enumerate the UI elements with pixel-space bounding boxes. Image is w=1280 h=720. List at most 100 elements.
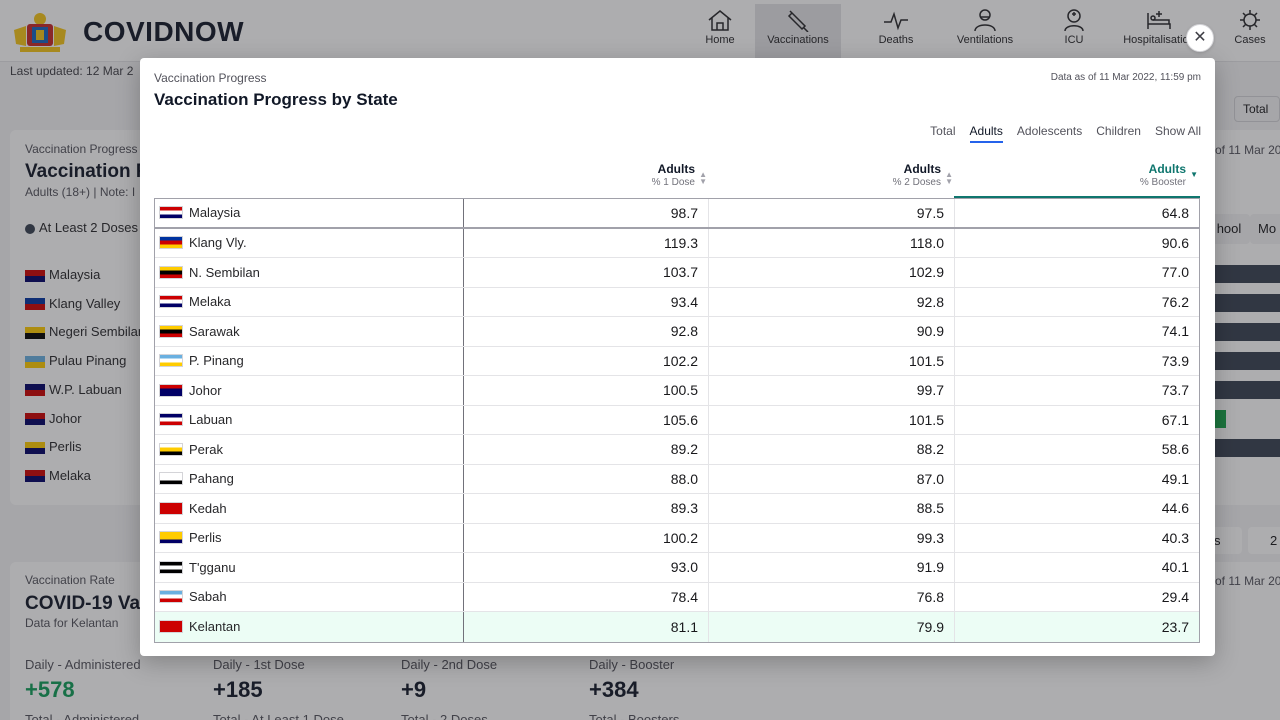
- table-row: Perlis 100.2 99.3 40.3: [155, 523, 1199, 553]
- table-row: N. Sembilan 103.7 102.9 77.0: [155, 258, 1199, 288]
- booster-cell: 77.0: [1161, 264, 1189, 281]
- table-header: Adults% 1 Dose ▲ ▼ Adults% 2 Doses ▲ ▼ Adults%…: [154, 158, 1200, 198]
- column-header-1[interactable]: Adults% 1 Dose ▲ ▼: [651, 162, 707, 190]
- state-table: Adults% 1 Dose ▲ ▼ Adults% 2 Doses ▲ ▼ Adults%…: [154, 158, 1200, 643]
- dose1-cell: 93.4: [464, 287, 709, 316]
- sort-icon: ▲ ▼: [945, 170, 953, 186]
- table-row: Kelantan 81.1 79.9 23.7: [155, 612, 1199, 642]
- state-flag-icon: [159, 265, 183, 279]
- booster-cell: 40.1: [1161, 559, 1189, 576]
- dose2-cell: 118.0: [709, 228, 955, 257]
- state-cell: Melaka: [155, 287, 464, 316]
- column-header-2[interactable]: Adults% 2 Doses ▲ ▼: [892, 162, 953, 190]
- state-cell: Perlis: [155, 523, 464, 552]
- state-cell: Sarawak: [155, 317, 464, 346]
- dose1-cell: 103.7: [464, 258, 709, 287]
- booster-cell: 58.6: [1161, 441, 1189, 458]
- state-cell: Labuan: [155, 405, 464, 434]
- state-flag-icon: [159, 206, 183, 220]
- dose2-cell: 97.5: [709, 199, 955, 227]
- state-name: Perlis: [189, 530, 222, 546]
- state-flag-icon: [159, 501, 183, 515]
- column-subtitle: % 2 Doses: [892, 177, 941, 188]
- booster-cell: 49.1: [1161, 470, 1189, 487]
- dose2-cell: 88.5: [709, 494, 955, 523]
- vaccination-progress-modal: Vaccination Progress Vaccination Progres…: [140, 58, 1215, 656]
- booster-cell: 76.2: [1161, 293, 1189, 310]
- booster-cell: 64.8: [1161, 204, 1189, 221]
- state-name: N. Sembilan: [189, 264, 260, 280]
- dose2-cell: 91.9: [709, 553, 955, 582]
- dose1-cell: 105.6: [464, 405, 709, 434]
- tab-adults[interactable]: Adults: [969, 124, 1003, 143]
- state-flag-icon: [159, 531, 183, 545]
- dose2-cell: 101.5: [709, 405, 955, 434]
- dose2-cell: 79.9: [709, 612, 955, 642]
- dose1-cell: 100.5: [464, 376, 709, 405]
- table-row: Kedah 89.3 88.5 44.6: [155, 494, 1199, 524]
- dose1-cell: 102.2: [464, 346, 709, 375]
- dose1-cell: 78.4: [464, 582, 709, 611]
- state-flag-icon: [159, 383, 183, 397]
- state-cell: Johor: [155, 376, 464, 405]
- dose2-cell: 99.3: [709, 523, 955, 552]
- close-modal-button[interactable]: ✕: [1186, 24, 1214, 52]
- dose2-cell: 99.7: [709, 376, 955, 405]
- table-row: Labuan 105.6 101.5 67.1: [155, 405, 1199, 435]
- state-flag-icon: [159, 413, 183, 427]
- table-row: Pahang 88.0 87.0 49.1: [155, 464, 1199, 494]
- dose2-cell: 76.8: [709, 582, 955, 611]
- column-subtitle: % Booster: [1139, 177, 1186, 188]
- column-header-3[interactable]: Adults% Booster ▼: [1139, 162, 1198, 190]
- table-row: Klang Vly. 119.3 118.0 90.6: [155, 228, 1199, 258]
- column-title: Adults: [1148, 162, 1186, 176]
- state-name: T'gganu: [189, 559, 236, 575]
- state-cell: Kedah: [155, 494, 464, 523]
- booster-cell: 73.7: [1161, 382, 1189, 399]
- dose1-cell: 81.1: [464, 612, 709, 642]
- dose1-cell: 88.0: [464, 464, 709, 493]
- state-name: Klang Vly.: [189, 235, 247, 251]
- booster-cell: 40.3: [1161, 529, 1189, 546]
- state-name: Perak: [189, 441, 223, 457]
- state-name: Kelantan: [189, 619, 241, 635]
- dose2-cell: 101.5: [709, 346, 955, 375]
- state-flag-icon: [159, 442, 183, 456]
- state-flag-icon: [159, 560, 183, 574]
- state-cell: P. Pinang: [155, 346, 464, 375]
- data-as-of-text: Data as of 11 Mar 2022, 11:59 pm: [1050, 72, 1201, 83]
- state-cell: N. Sembilan: [155, 258, 464, 287]
- booster-cell: 90.6: [1161, 234, 1189, 251]
- state-cell: Sabah: [155, 582, 464, 611]
- tab-show-all[interactable]: Show All: [1155, 124, 1201, 143]
- modal-title: Vaccination Progress by State: [154, 90, 398, 109]
- state-cell: T'gganu: [155, 553, 464, 582]
- state-cell: Perak: [155, 435, 464, 464]
- state-name: Labuan: [189, 412, 233, 428]
- table-row: Melaka 93.4 92.8 76.2: [155, 287, 1199, 317]
- table-row: T'gganu 93.0 91.9 40.1: [155, 553, 1199, 583]
- table-body: Malaysia 98.7 97.5 64.8 Klang Vly. 119.3 118.0…: [154, 198, 1200, 643]
- filter-tabs: Total Adults Adolescents Children Show All: [930, 124, 1201, 143]
- booster-cell: 67.1: [1161, 411, 1189, 428]
- table-row: Malaysia 98.7 97.5 64.8: [155, 199, 1199, 229]
- booster-cell: 23.7: [1161, 618, 1189, 635]
- table-row: Perak 89.2 88.2 58.6: [155, 435, 1199, 465]
- tab-total[interactable]: Total: [930, 124, 955, 143]
- state-cell: Malaysia: [155, 199, 464, 227]
- state-flag-icon: [159, 324, 183, 338]
- dose2-cell: 92.8: [709, 287, 955, 316]
- state-name: Sabah: [189, 589, 227, 605]
- state-cell: Klang Vly.: [155, 228, 464, 257]
- tab-children[interactable]: Children: [1096, 124, 1141, 143]
- tab-adolescents[interactable]: Adolescents: [1017, 124, 1082, 143]
- dose2-cell: 88.2: [709, 435, 955, 464]
- table-row: Johor 100.5 99.7 73.7: [155, 376, 1199, 406]
- sort-icon: ▲ ▼: [699, 170, 707, 186]
- state-name: Sarawak: [189, 323, 240, 339]
- column-subtitle: % 1 Dose: [651, 177, 695, 188]
- close-icon: ✕: [1193, 29, 1207, 46]
- table-row: Sarawak 92.8 90.9 74.1: [155, 317, 1199, 347]
- booster-cell: 29.4: [1161, 588, 1189, 605]
- dose2-cell: 90.9: [709, 317, 955, 346]
